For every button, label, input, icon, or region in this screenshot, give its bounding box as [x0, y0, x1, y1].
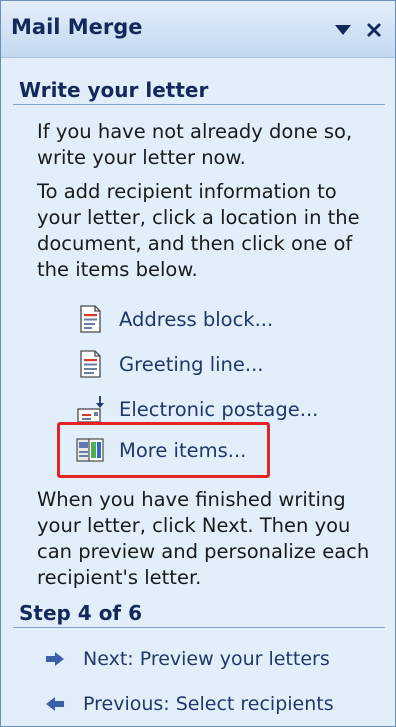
text-line: the items below.: [37, 258, 198, 281]
text-line: your letter, click a location in the: [37, 206, 360, 229]
address-block-icon: [80, 305, 101, 333]
electronic-postage-link[interactable]: Electronic postage...: [75, 392, 318, 426]
close-icon[interactable]: [363, 19, 385, 41]
section-header-step: Step 4 of 6: [19, 601, 143, 625]
text-line: can preview and personalize each: [37, 540, 370, 563]
electronic-postage-icon: [77, 396, 104, 423]
text-line: recipient's letter.: [37, 566, 202, 589]
text-line: your letter, click Next. Then you: [37, 514, 351, 537]
mail-merge-task-pane: Mail Merge Write your letter If you have…: [0, 0, 396, 727]
instruction-paragraph-1: If you have not already done so, write y…: [37, 119, 387, 171]
previous-step-link[interactable]: Previous: Select recipients: [45, 689, 334, 719]
arrow-left-icon: [46, 697, 64, 711]
next-step-label: Next: Preview your letters: [83, 648, 330, 670]
more-items-link[interactable]: More items...: [75, 433, 246, 467]
address-block-label: Address block...: [119, 307, 274, 331]
greeting-line-link[interactable]: Greeting line...: [75, 347, 263, 381]
text-line: If you have not already done so,: [37, 120, 353, 143]
arrow-right-icon: [46, 652, 64, 666]
more-items-icon: [76, 438, 104, 462]
text-line: write your letter now.: [37, 146, 246, 169]
greeting-line-label: Greeting line...: [119, 352, 264, 376]
more-items-label: More items...: [119, 438, 247, 462]
text-line: document, and then click one of: [37, 232, 353, 255]
text-line: When you have finished writing: [37, 488, 346, 511]
previous-step-label: Previous: Select recipients: [83, 693, 334, 715]
section-divider: [13, 627, 385, 628]
electronic-postage-label: Electronic postage...: [119, 397, 319, 421]
instruction-paragraph-2: To add recipient information to your let…: [37, 179, 387, 283]
greeting-line-icon: [80, 350, 101, 378]
address-block-link[interactable]: Address block...: [75, 302, 273, 336]
task-pane-title-bar: Mail Merge: [1, 1, 395, 58]
section-header-write-letter: Write your letter: [19, 78, 209, 102]
instruction-paragraph-3: When you have finished writing your lett…: [37, 487, 387, 591]
chevron-down-icon[interactable]: [332, 21, 354, 39]
section-divider: [13, 104, 385, 105]
text-line: To add recipient information to: [37, 180, 337, 203]
next-step-link[interactable]: Next: Preview your letters: [45, 644, 330, 674]
task-pane-title: Mail Merge: [11, 15, 143, 39]
